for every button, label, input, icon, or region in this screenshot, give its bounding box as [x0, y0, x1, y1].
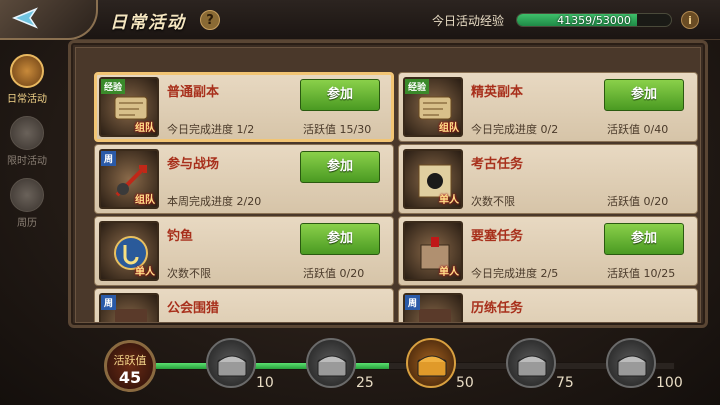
activity-name: 普通副本	[167, 85, 220, 100]
chest-threshold: 10	[256, 375, 274, 391]
activity-name: 精英副本	[471, 85, 524, 100]
join-button[interactable]: 参加	[300, 151, 380, 183]
top-bar: 日常活动 ? 今日活动经验 41359/53000 i	[0, 0, 720, 40]
info-icon[interactable]: i	[681, 11, 699, 29]
party-mode-label: 单人	[439, 195, 459, 206]
activity-name: 要塞任务	[471, 229, 524, 244]
treasure-chest-icon	[217, 355, 247, 377]
scroll-icon: 经验组队	[99, 77, 159, 137]
hunt-icon: 周	[99, 293, 159, 322]
crossed-swords-icon	[10, 116, 44, 150]
activity-points-label: 活跃值	[113, 354, 147, 367]
activity-progress: 今日完成进度 0/2	[471, 123, 559, 136]
horn-icon	[10, 54, 44, 88]
activity-progress: 次数不限	[167, 267, 211, 280]
treasure-chest-icon	[517, 355, 547, 377]
activity-progress: 今日完成进度 2/5	[471, 267, 559, 280]
activity-points-badge: 活跃值 45	[104, 340, 156, 392]
activity-tag: 周	[405, 295, 421, 310]
join-button[interactable]: 参加	[604, 223, 684, 255]
back-button[interactable]	[0, 0, 98, 40]
scroll-icon: 经验组队	[403, 77, 463, 137]
activity-panel: 经验 组队 普通副本 今日完成进度 1/2 活跃值 15/30 参加 经验 组队 精英副本 今日完…	[68, 40, 708, 328]
activity-points-value: 45	[118, 368, 142, 387]
activity-card[interactable]: 周组队 参与战场 本周完成进度 2/20 参加	[94, 144, 394, 214]
join-button[interactable]: 参加	[604, 79, 684, 111]
party-mode-label: 组队	[439, 123, 459, 134]
daily-exp-label: 今日活动经验	[432, 14, 505, 28]
activity-card[interactable]: 单人 钓鱼次数不限 活跃值 0/20 参加	[94, 216, 394, 286]
map-icon: 单人	[403, 149, 463, 209]
party-mode-label: 单人	[135, 267, 155, 278]
reward-chest[interactable]	[306, 338, 356, 388]
activity-points: 活跃值 15/30	[303, 123, 372, 136]
activity-progress: 今日完成进度 1/2	[167, 123, 255, 136]
treasure-chest-icon	[617, 355, 647, 377]
reward-chest[interactable]	[406, 338, 456, 388]
tab-limited-activity[interactable]: 限时活动	[2, 114, 52, 174]
chest-threshold: 75	[556, 375, 574, 391]
castle-icon: 单人	[403, 221, 463, 281]
page-title: 日常活动	[110, 13, 186, 33]
tab-label: 限时活动	[7, 156, 47, 167]
daily-exp-bar: 41359/53000	[516, 13, 672, 27]
activity-points: 活跃值 0/40	[607, 123, 669, 136]
activity-points: 活跃值 0/20	[607, 195, 669, 208]
activity-tag: 周	[101, 151, 117, 166]
activity-name: 历练任务	[471, 301, 524, 316]
tab-daily-activity[interactable]: 日常活动	[2, 52, 52, 112]
join-button[interactable]: 参加	[300, 223, 380, 255]
sword-icon: 周组队	[99, 149, 159, 209]
activity-list[interactable]: 经验 组队 普通副本 今日完成进度 1/2 活跃值 15/30 参加 经验 组队 精英副本 今日完…	[75, 47, 701, 323]
reward-chest[interactable]	[506, 338, 556, 388]
daily-exp-value: 41359/53000	[557, 14, 631, 27]
activity-points: 活跃值 0/20	[303, 267, 365, 280]
activity-card[interactable]: 周 公会围猎	[94, 288, 394, 322]
tab-label: 周历	[17, 218, 37, 229]
activity-progress: 次数不限	[471, 195, 515, 208]
treasure-chest-icon	[317, 355, 347, 377]
tab-weekly-calendar[interactable]: 周历	[2, 176, 52, 236]
chest-threshold: 25	[356, 375, 374, 391]
activity-progress: 本周完成进度 2/20	[167, 195, 262, 208]
reward-chest[interactable]	[206, 338, 256, 388]
help-icon[interactable]: ?	[200, 10, 220, 30]
activity-points: 活跃值 10/25	[607, 267, 676, 280]
activity-name: 参与战场	[167, 157, 220, 172]
activity-tag: 周	[101, 295, 117, 310]
treasure-chest-icon	[417, 355, 447, 377]
party-mode-label: 单人	[439, 267, 459, 278]
chest-threshold: 50	[456, 375, 474, 391]
activity-card[interactable]: 周 历练任务	[398, 288, 698, 322]
tab-label: 日常活动	[7, 94, 47, 105]
quest-icon: 周	[403, 293, 463, 322]
activity-card[interactable]: 经验 组队 普通副本 今日完成进度 1/2 活跃值 15/30 参加	[94, 72, 394, 142]
emblem-icon	[10, 178, 44, 212]
activity-tag: 经验	[101, 79, 126, 94]
join-button[interactable]: 参加	[300, 79, 380, 111]
activity-card[interactable]: 单人 要塞任务今日完成进度 2/5 活跃值 10/25 参加	[398, 216, 698, 286]
activity-tag: 经验	[405, 79, 430, 94]
activity-name: 考古任务	[471, 157, 524, 172]
activity-name: 钓鱼	[167, 229, 194, 244]
back-arrow-icon	[12, 7, 38, 29]
side-tabs: 日常活动 限时活动 周历	[0, 40, 55, 320]
daily-activity-screen: { "header": { "title": "日常活动", "help": "…	[0, 0, 720, 405]
activity-card[interactable]: 单人 考古任务次数不限 活跃值 0/20	[398, 144, 698, 214]
party-mode-label: 组队	[135, 123, 155, 134]
fish-hook-icon: 单人	[99, 221, 159, 281]
party-mode-label: 组队	[135, 195, 155, 206]
reward-chest[interactable]	[606, 338, 656, 388]
chest-threshold: 100	[656, 375, 683, 391]
activity-card[interactable]: 经验 组队 精英副本 今日完成进度 0/2 活跃值 0/40 参加	[398, 72, 698, 142]
activity-name: 公会围猎	[167, 301, 220, 316]
